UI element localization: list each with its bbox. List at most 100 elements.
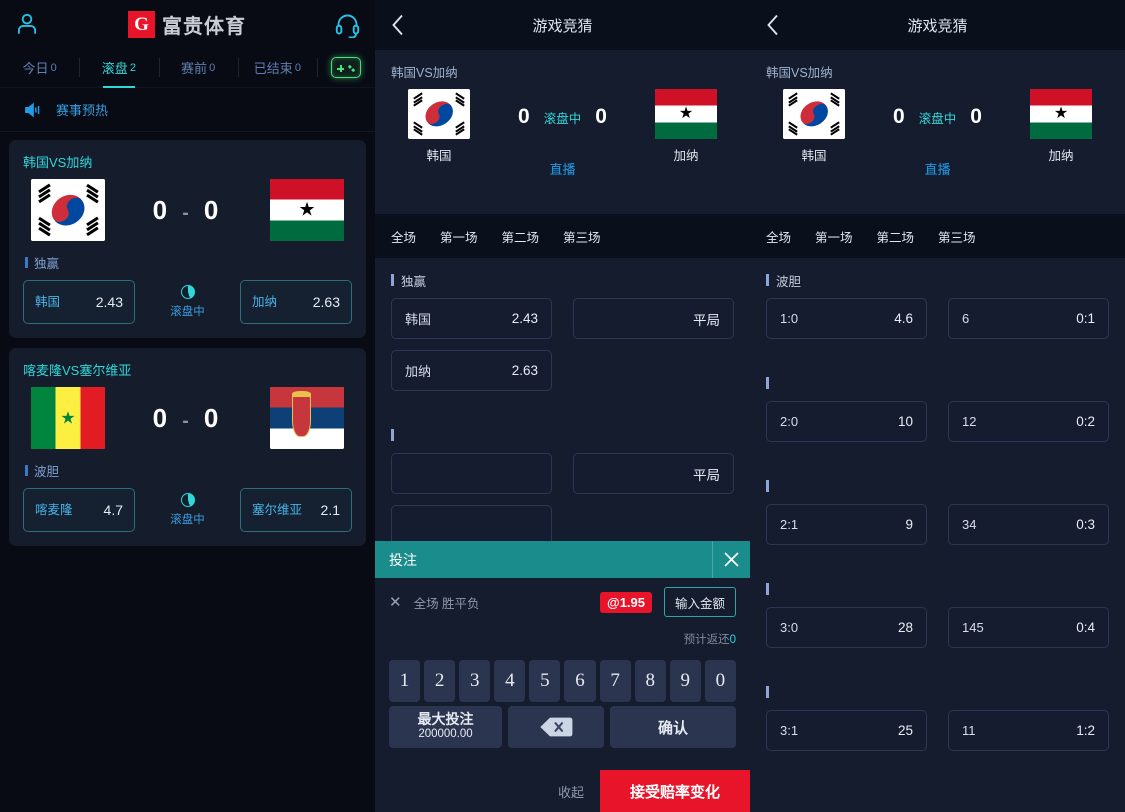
score-home: 0 bbox=[152, 194, 172, 225]
right-market-title: 波胆 bbox=[766, 272, 1109, 289]
tab-today[interactable]: 今日 0 bbox=[0, 48, 79, 87]
odds-row: 韩国 2.43 滚盘中 加纳 2.63 bbox=[23, 280, 352, 324]
right-live-stream-link[interactable]: 直播 bbox=[924, 159, 950, 178]
right-bet-cell[interactable]: 3:1 25 bbox=[766, 710, 927, 751]
keypad-action-row: 最大投注 200000.00 确认 bbox=[389, 706, 736, 748]
key-1[interactable]: 1 bbox=[389, 660, 421, 702]
key-2[interactable]: 2 bbox=[424, 660, 456, 702]
right-tab-period-3[interactable]: 第三场 bbox=[938, 227, 976, 246]
odd-button-away[interactable]: 塞尔维亚 2.1 bbox=[240, 488, 352, 532]
center-match-header: 韩国VS加纳 韩国 0 滚盘中 0 直播 ★ 加纳 bbox=[375, 50, 750, 214]
games-button[interactable] bbox=[317, 48, 375, 87]
key-6[interactable]: 6 bbox=[564, 660, 596, 702]
score-home: 0 bbox=[152, 402, 172, 433]
headset-icon[interactable] bbox=[334, 11, 361, 38]
key-5[interactable]: 5 bbox=[529, 660, 561, 702]
right-bet-label: 34 bbox=[962, 517, 977, 532]
center-market-title bbox=[391, 427, 734, 443]
score-away: 0 bbox=[203, 402, 223, 433]
right-score-away: 0 bbox=[970, 105, 982, 128]
center-bet-value: 2.43 bbox=[511, 311, 538, 326]
announcement-bar[interactable]: 赛事预热 bbox=[0, 88, 375, 132]
right-tab-period-1[interactable]: 第一场 bbox=[815, 227, 853, 246]
confirm-label: 确认 bbox=[657, 719, 688, 737]
center-bet-cell[interactable] bbox=[391, 505, 552, 546]
right-markets: 波胆 1:0 4.6 6 0:1 2:0 10 12 0:2 2:1 9 34 … bbox=[750, 258, 1125, 812]
key-8[interactable]: 8 bbox=[634, 660, 666, 702]
match-card[interactable]: 喀麦隆VS塞尔维亚 ★ 0 - 0 波胆 喀麦隆 4.7 滚盘中 塞尔维亚 2.… bbox=[9, 348, 366, 546]
odd-button-home[interactable]: 韩国 2.43 bbox=[23, 280, 135, 324]
tab-live-count: 2 bbox=[129, 61, 136, 74]
right-bet-cell[interactable]: 34 0:3 bbox=[948, 504, 1109, 545]
right-bet-cell[interactable]: 11 1:2 bbox=[948, 710, 1109, 751]
center-bet-cell[interactable]: 平局 bbox=[573, 453, 734, 494]
right-tab-fulltime[interactable]: 全场 bbox=[766, 227, 791, 246]
collapse-button[interactable]: 收起 bbox=[542, 770, 600, 812]
center-bet-cell[interactable]: 加纳 2.63 bbox=[391, 350, 552, 391]
match-card[interactable]: 韩国VS加纳 0 - 0 ★ 独赢 韩国 2.43 滚盘中 加纳 2.63 bbox=[9, 140, 366, 338]
tab-prematch[interactable]: 赛前 0 bbox=[158, 48, 238, 87]
away-flag-ghana: ★ bbox=[655, 89, 717, 139]
right-bet-label: 3:0 bbox=[780, 620, 799, 635]
odd-home-name: 韩国 bbox=[35, 294, 61, 309]
stake-input[interactable]: 输入金额 bbox=[664, 587, 736, 617]
confirm-button[interactable]: 确认 bbox=[610, 706, 736, 748]
right-bet-value: 0:2 bbox=[1076, 414, 1095, 429]
center-bet-cell[interactable]: 韩国 2.43 bbox=[391, 298, 552, 339]
brand-mark-icon: G bbox=[128, 10, 155, 38]
right-bet-cell[interactable]: 145 0:4 bbox=[948, 607, 1109, 648]
right-bet-cell[interactable]: 3:0 28 bbox=[766, 607, 927, 648]
tab-live[interactable]: 滚盘 2 bbox=[79, 48, 158, 87]
right-bet-value: 25 bbox=[897, 723, 913, 738]
away-flag-ghana: ★ bbox=[1030, 89, 1092, 139]
center-away-team-name: 加纳 bbox=[673, 149, 699, 163]
center-live-stream-link[interactable]: 直播 bbox=[549, 159, 575, 178]
key-3[interactable]: 3 bbox=[459, 660, 491, 702]
key-9[interactable]: 9 bbox=[669, 660, 701, 702]
center-home-team: 韩国 bbox=[391, 89, 487, 164]
tab-finished[interactable]: 已结束 0 bbox=[237, 48, 317, 87]
live-status-label: 滚盘中 bbox=[170, 306, 205, 318]
right-bet-cell[interactable]: 1:0 4.6 bbox=[766, 298, 927, 339]
right-tab-period-2[interactable]: 第二场 bbox=[877, 227, 915, 246]
right-header: 游戏竞猜 bbox=[750, 0, 1125, 50]
odd-home-name: 喀麦隆 bbox=[35, 502, 73, 517]
right-market-spacer bbox=[766, 339, 1109, 375]
center-bet-cell[interactable]: 平局 bbox=[573, 298, 734, 339]
center-tab-period-2[interactable]: 第二场 bbox=[502, 227, 540, 246]
brand-mark-letter: G bbox=[134, 13, 149, 35]
estimated-return: 预计返还0 bbox=[389, 631, 736, 647]
center-score-away: 0 bbox=[595, 105, 607, 128]
right-back-button[interactable] bbox=[750, 0, 794, 50]
right-match-title: 韩国VS加纳 bbox=[766, 66, 833, 80]
user-icon[interactable] bbox=[14, 11, 40, 37]
center-bet-cell[interactable] bbox=[391, 453, 552, 494]
estimated-return-value: 0 bbox=[729, 634, 736, 646]
center-tab-period-3[interactable]: 第三场 bbox=[563, 227, 601, 246]
right-bet-cell[interactable]: 6 0:1 bbox=[948, 298, 1109, 339]
remove-x-icon[interactable]: ✕ bbox=[389, 595, 402, 610]
odd-button-home[interactable]: 喀麦隆 4.7 bbox=[23, 488, 135, 532]
tab-finished-count: 0 bbox=[294, 61, 301, 74]
right-bet-cell[interactable]: 2:0 10 bbox=[766, 401, 927, 442]
right-bet-cell[interactable]: 12 0:2 bbox=[948, 401, 1109, 442]
right-bet-cell[interactable]: 2:1 9 bbox=[766, 504, 927, 545]
right-bet-value: 0:3 bbox=[1076, 517, 1095, 532]
odd-button-away[interactable]: 加纳 2.63 bbox=[240, 280, 352, 324]
center-bet-value: 2.63 bbox=[511, 363, 538, 378]
close-icon[interactable] bbox=[712, 541, 750, 578]
center-back-button[interactable] bbox=[375, 0, 419, 50]
right-market-title bbox=[766, 478, 1109, 494]
max-bet-button[interactable]: 最大投注 200000.00 bbox=[389, 706, 502, 748]
key-0[interactable]: 0 bbox=[704, 660, 736, 702]
backspace-button[interactable] bbox=[508, 706, 604, 748]
odd-home-value: 4.7 bbox=[103, 502, 123, 518]
key-7[interactable]: 7 bbox=[599, 660, 631, 702]
right-board: 游戏竞猜 韩国VS加纳 韩国 0 滚盘中 0 直播 ★ 加纳 全场 第一场 第二… bbox=[750, 0, 1125, 812]
estimated-return-label: 预计返还 bbox=[683, 634, 730, 646]
center-tab-period-1[interactable]: 第一场 bbox=[440, 227, 478, 246]
center-tab-fulltime[interactable]: 全场 bbox=[391, 227, 416, 246]
right-page-title: 游戏竞猜 bbox=[907, 17, 968, 35]
accept-odds-change-button[interactable]: 接受赔率变化 bbox=[600, 770, 750, 812]
key-4[interactable]: 4 bbox=[494, 660, 526, 702]
